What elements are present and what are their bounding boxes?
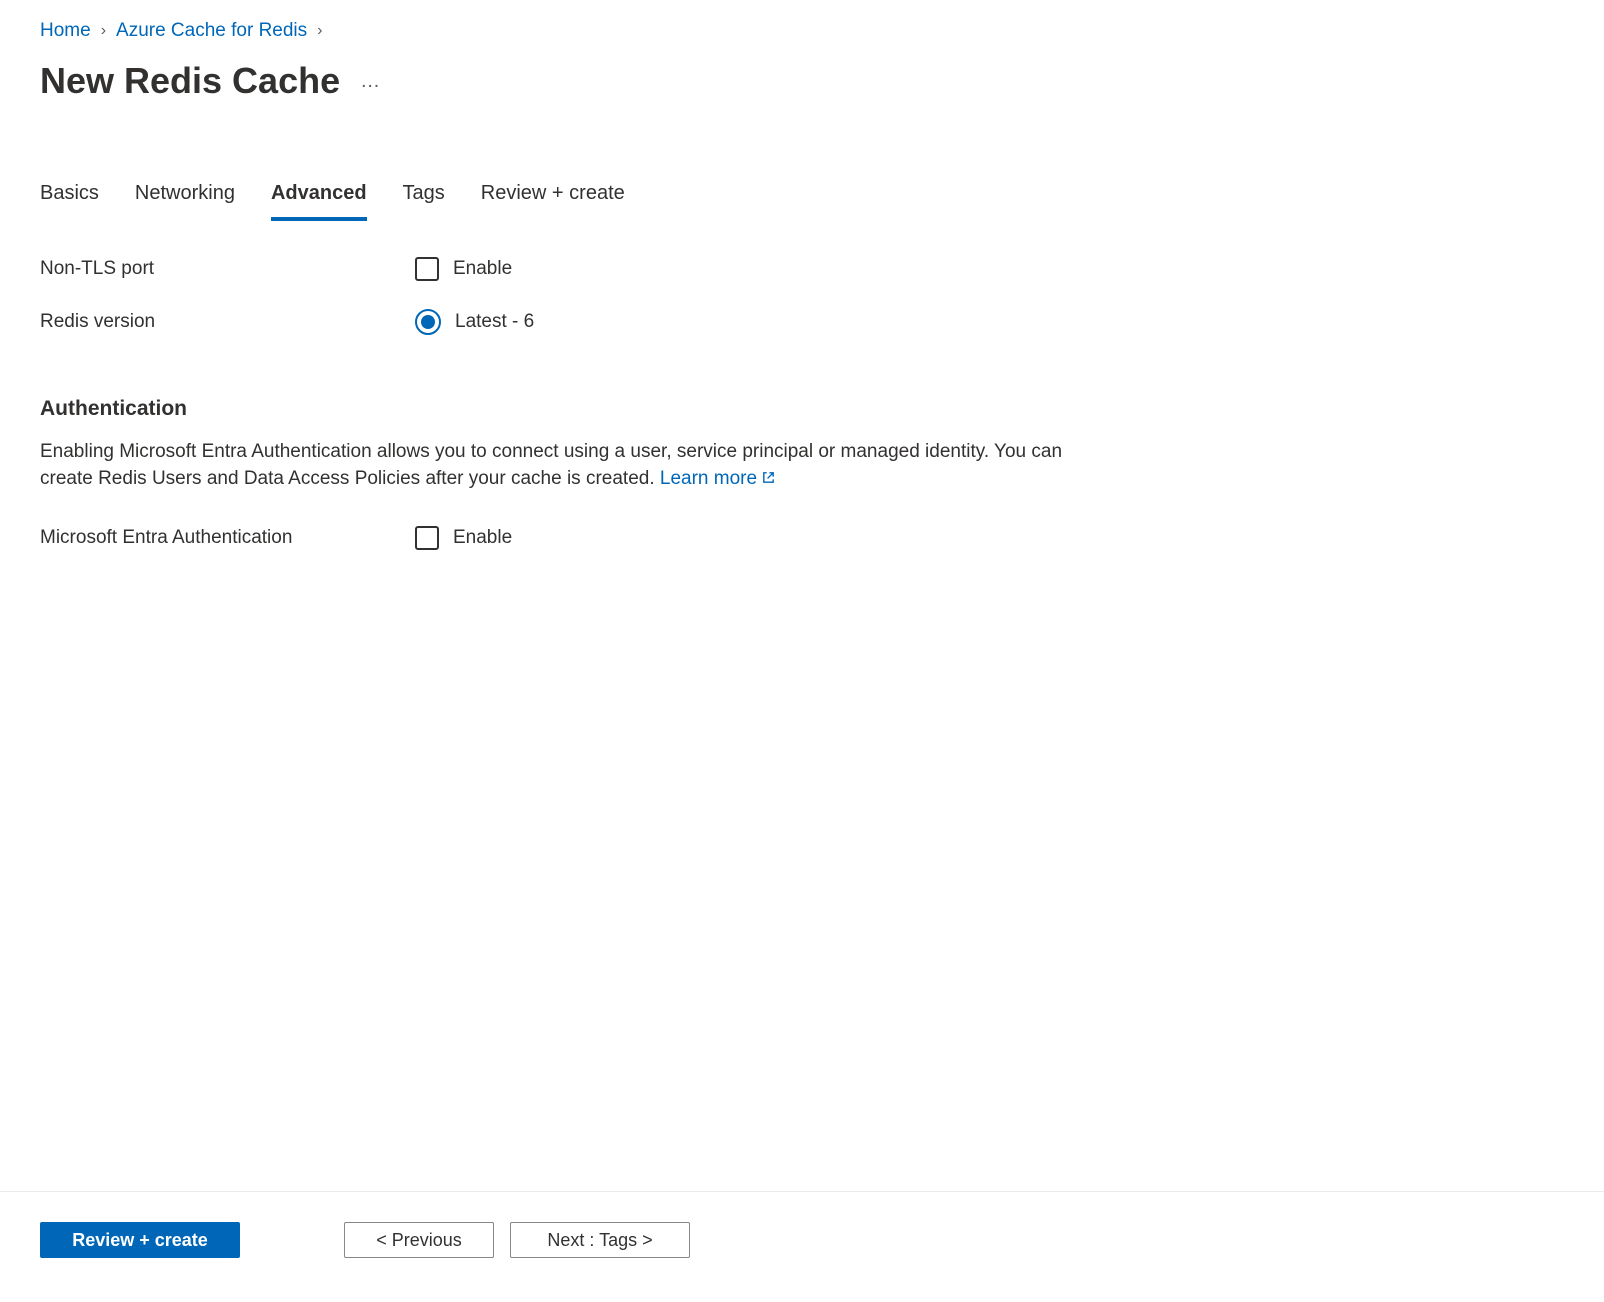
row-entra-auth: Microsoft Entra Authentication Enable bbox=[40, 526, 1564, 550]
option-redis-version-latest: Latest - 6 bbox=[455, 311, 534, 333]
label-redis-version: Redis version bbox=[40, 311, 415, 333]
checkbox-entra-auth[interactable] bbox=[415, 526, 439, 550]
tab-advanced[interactable]: Advanced bbox=[271, 182, 367, 221]
heading-authentication: Authentication bbox=[40, 397, 1564, 421]
option-entra-enable: Enable bbox=[453, 527, 512, 549]
radio-redis-version-latest[interactable] bbox=[415, 309, 441, 335]
chevron-right-icon: › bbox=[101, 22, 106, 40]
tab-tags[interactable]: Tags bbox=[403, 182, 445, 221]
breadcrumb-home[interactable]: Home bbox=[40, 20, 91, 42]
wizard-footer: Review + create < Previous Next : Tags > bbox=[0, 1191, 1604, 1302]
tab-networking[interactable]: Networking bbox=[135, 182, 235, 221]
learn-more-link[interactable]: Learn more bbox=[660, 468, 776, 489]
auth-description-text: Enabling Microsoft Entra Authentication … bbox=[40, 441, 1062, 489]
label-non-tls-port: Non-TLS port bbox=[40, 258, 415, 280]
authentication-description: Enabling Microsoft Entra Authentication … bbox=[40, 439, 1100, 492]
page-title-row: New Redis Cache … bbox=[40, 60, 1564, 102]
breadcrumb: Home › Azure Cache for Redis › bbox=[40, 20, 1564, 42]
tab-basics[interactable]: Basics bbox=[40, 182, 99, 221]
more-actions-icon[interactable]: … bbox=[360, 70, 382, 93]
tab-review-create[interactable]: Review + create bbox=[481, 182, 625, 221]
wizard-tabs: Basics Networking Advanced Tags Review +… bbox=[40, 182, 1564, 221]
breadcrumb-service[interactable]: Azure Cache for Redis bbox=[116, 20, 307, 42]
row-non-tls-port: Non-TLS port Enable bbox=[40, 257, 1564, 281]
external-link-icon bbox=[761, 470, 776, 485]
row-redis-version: Redis version Latest - 6 bbox=[40, 309, 1564, 335]
page-title: New Redis Cache bbox=[40, 60, 340, 102]
label-entra-auth: Microsoft Entra Authentication bbox=[40, 527, 415, 549]
next-button[interactable]: Next : Tags > bbox=[510, 1222, 690, 1258]
option-non-tls-enable: Enable bbox=[453, 258, 512, 280]
review-create-button[interactable]: Review + create bbox=[40, 1222, 240, 1258]
chevron-right-icon: › bbox=[317, 22, 322, 40]
checkbox-non-tls-port[interactable] bbox=[415, 257, 439, 281]
previous-button[interactable]: < Previous bbox=[344, 1222, 494, 1258]
